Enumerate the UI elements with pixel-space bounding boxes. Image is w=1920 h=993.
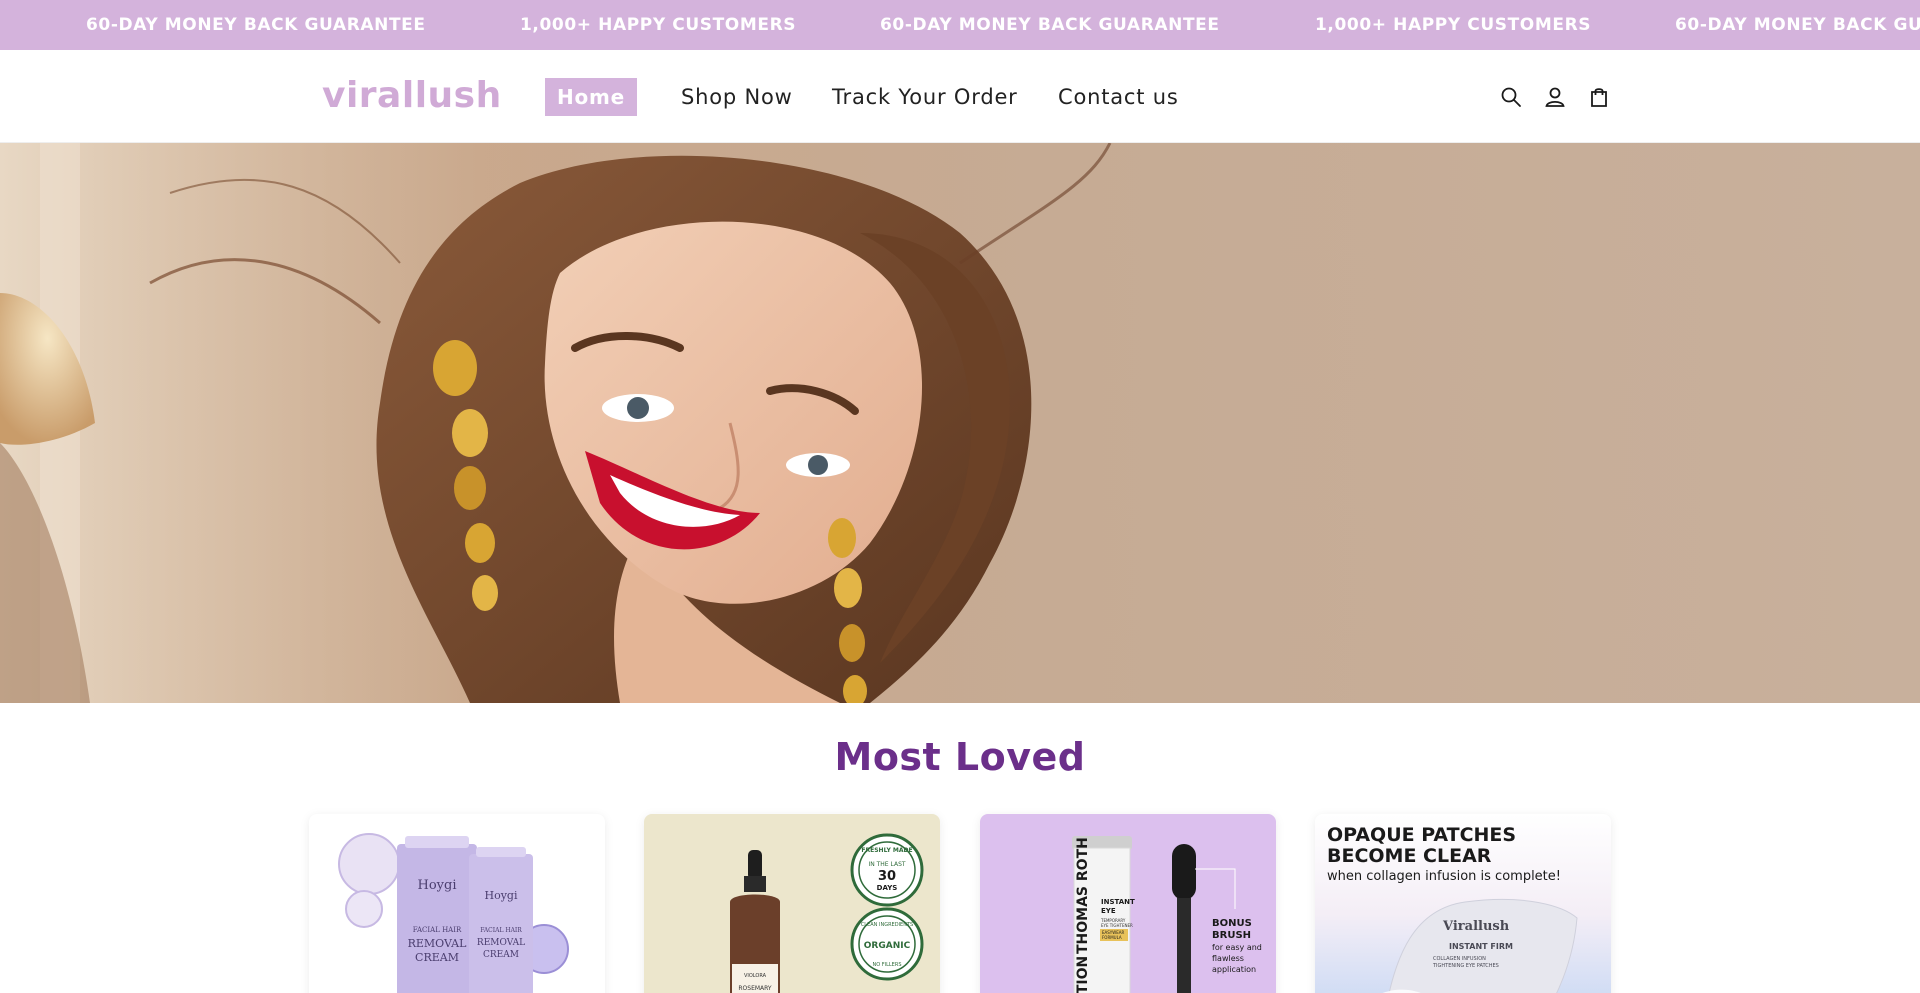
- product-label: FACIAL HAIR: [480, 927, 522, 934]
- hero-image: [0, 143, 1112, 703]
- product-label: TIGHTENING EYE PATCHES: [1432, 963, 1499, 969]
- bonus-label: BONUS: [1212, 918, 1252, 929]
- account-icon[interactable]: [1540, 82, 1570, 112]
- product-image: VIOLORA ROSEMARY FRESHLY MADE IN THE LAS…: [730, 833, 924, 993]
- announcement-bar: 60-DAY MONEY BACK GUARANTEE 1,000+ HAPPY…: [0, 0, 1920, 50]
- badge-text: ORGANIC: [864, 941, 911, 951]
- hero-banner: [0, 143, 1920, 703]
- search-icon[interactable]: [1496, 82, 1526, 112]
- logo[interactable]: virallush: [322, 73, 502, 119]
- nav-contact[interactable]: Contact us: [1058, 78, 1179, 116]
- announcement-text: 60-DAY MONEY BACK GUARANTEE: [1675, 15, 1920, 35]
- card-headline: BECOME CLEAR: [1327, 845, 1492, 867]
- product-brand: Virallush: [1442, 919, 1510, 934]
- bonus-label: for easy and: [1212, 943, 1262, 952]
- product-brand: Hoygi: [418, 878, 457, 893]
- product-image: ECTION THOMAS ROTH INSTANT EYE TEMPORARY…: [1072, 836, 1262, 993]
- bonus-label: application: [1212, 965, 1256, 974]
- card-subheadline: when collagen infusion is complete!: [1327, 869, 1561, 884]
- card-headline: OPAQUE PATCHES: [1327, 824, 1516, 846]
- nav-track-order[interactable]: Track Your Order: [832, 78, 1018, 116]
- product-label: REMOVAL: [477, 938, 525, 948]
- product-label: FACIAL HAIR: [413, 926, 462, 934]
- site-header: virallush Home Shop Now Track Your Order…: [0, 50, 1920, 143]
- announcement-text: 60-DAY MONEY BACK GUARANTEE: [880, 15, 1220, 35]
- product-label: COLLAGEN INFUSION: [1433, 956, 1486, 962]
- badge-text: 30: [878, 869, 896, 884]
- product-label: FORMULA: [1102, 935, 1122, 940]
- announcement-text: 1,000+ HAPPY CUSTOMERS: [520, 15, 797, 35]
- product-image: OPAQUE PATCHES BECOME CLEAR when collage…: [1327, 824, 1578, 993]
- announcement-text: 60-DAY MONEY BACK GUARANTEE: [86, 15, 426, 35]
- product-label: INSTANT FIRM: [1449, 942, 1513, 951]
- product-label: CREAM: [483, 950, 519, 960]
- product-brand: VIOLORA: [744, 973, 767, 979]
- product-brand-prefix: ECTION: [1075, 956, 1091, 993]
- product-image: Hoygi Hoygi FACIAL HAIR REMOVAL CREAM FA…: [338, 833, 569, 993]
- announcement-text: 1,000+ HAPPY CUSTOMERS: [1315, 15, 1592, 35]
- product-card-eye-patches[interactable]: OPAQUE PATCHES BECOME CLEAR when collage…: [1315, 814, 1611, 993]
- product-label: ROSEMARY: [738, 985, 772, 992]
- badge-text: IN THE LAST: [868, 861, 905, 868]
- product-label: CREAM: [415, 951, 459, 964]
- bonus-label: flawless: [1212, 954, 1244, 963]
- product-card-rosemary-oil[interactable]: VIOLORA ROSEMARY FRESHLY MADE IN THE LAS…: [644, 814, 940, 993]
- badge-text: CLEAN INGREDIENTS: [861, 922, 913, 928]
- product-brand: THOMAS ROTH: [1075, 837, 1091, 954]
- product-label: REMOVAL: [408, 937, 468, 950]
- badge-text: DAYS: [877, 884, 898, 892]
- badge-text: FRESHLY MADE: [861, 847, 912, 854]
- section-title: Most Loved: [834, 735, 1086, 779]
- product-label: EYE TIGHTENER: [1101, 923, 1133, 928]
- badge-text: NO FILLERS: [873, 962, 902, 968]
- cart-icon[interactable]: [1584, 82, 1614, 112]
- bonus-label: BRUSH: [1212, 930, 1251, 941]
- nav-home[interactable]: Home: [545, 78, 637, 116]
- product-card-hair-removal[interactable]: Hoygi Hoygi FACIAL HAIR REMOVAL CREAM FA…: [309, 814, 605, 993]
- product-label: EYE: [1101, 907, 1116, 915]
- product-card-instant-eye[interactable]: ECTION THOMAS ROTH INSTANT EYE TEMPORARY…: [980, 814, 1276, 993]
- product-label: INSTANT: [1101, 898, 1135, 906]
- nav-shop-now[interactable]: Shop Now: [681, 78, 793, 116]
- product-brand: Hoygi: [485, 889, 518, 902]
